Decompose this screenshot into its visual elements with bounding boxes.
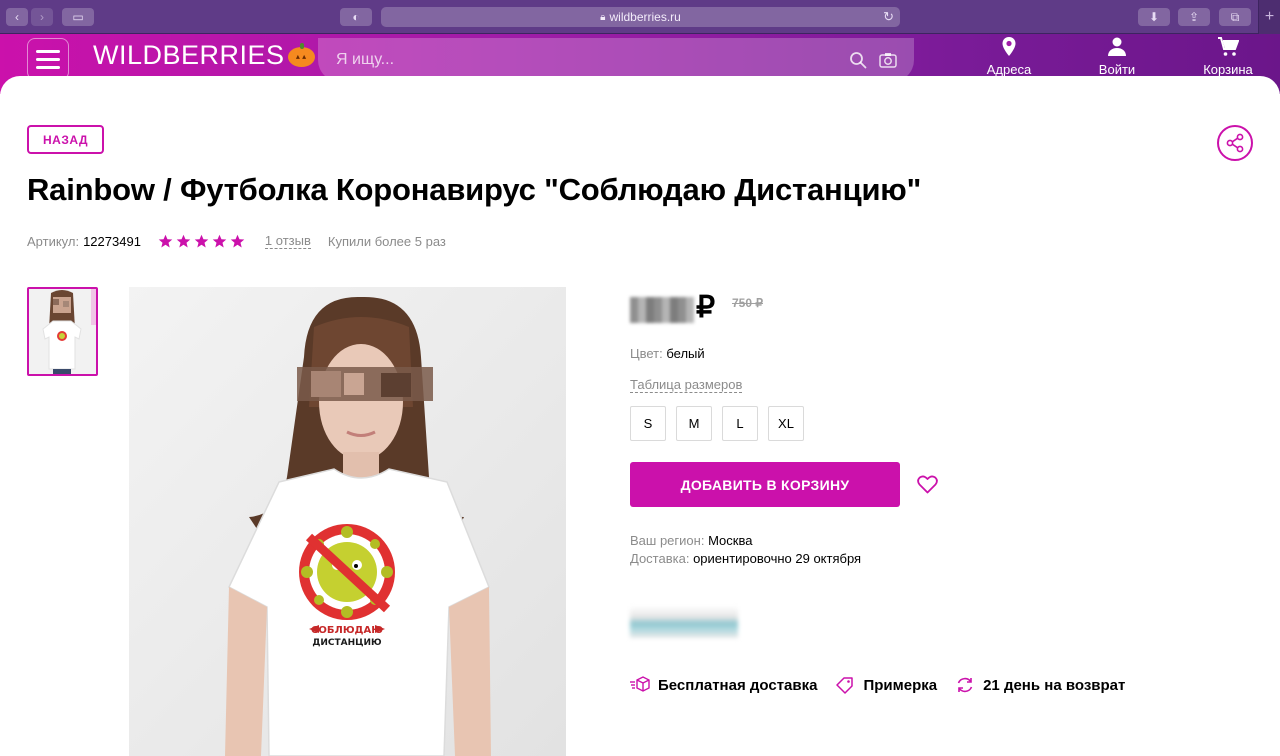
- nav-addresses-label: Адреса: [986, 62, 1032, 77]
- article-label: Артикул:: [27, 233, 80, 249]
- search-input[interactable]: [336, 48, 836, 72]
- feature-return-label: 21 день на возврат: [983, 676, 1126, 694]
- article-value: 12273491: [83, 233, 141, 249]
- menu-bar: [36, 57, 60, 61]
- nav-addresses[interactable]: Адреса: [969, 36, 1049, 77]
- address-bar[interactable]: 🔒︎ wildberries.ru ↻: [381, 7, 900, 27]
- pumpkin-icon: ▴ ▴: [287, 43, 315, 67]
- nav-cart-label: Корзина: [1203, 62, 1253, 77]
- size-option-m[interactable]: M: [676, 406, 712, 441]
- brand-logo-redacted[interactable]: [630, 606, 738, 638]
- region-value: Москва: [708, 533, 753, 548]
- star-icon: [212, 234, 227, 247]
- menu-button[interactable]: [27, 38, 69, 80]
- tshirt-print-line2: ДИСТАНЦИЮ: [312, 638, 382, 648]
- add-to-cart-button[interactable]: ДОБАВИТЬ В КОРЗИНУ: [630, 462, 900, 507]
- star-icon: [194, 234, 209, 247]
- region-label: Ваш регион:: [630, 533, 705, 548]
- delivery-label: Доставка:: [630, 551, 690, 566]
- reload-icon[interactable]: ↻: [883, 9, 894, 25]
- currency-sign: ₽: [696, 291, 716, 324]
- size-table-link[interactable]: Таблица размеров: [630, 377, 743, 393]
- star-icon: [158, 234, 173, 247]
- product-thumbnail[interactable]: [27, 287, 98, 376]
- product-main-photo[interactable]: СОБЛЮДАЮ ДИСТАНЦИЮ: [129, 287, 566, 756]
- product-title: Rainbow / Футболка Коронавирус "Соблюдаю…: [27, 172, 922, 207]
- star-icon: [176, 234, 191, 247]
- nav-login-label: Войти: [1098, 62, 1136, 77]
- user-icon: [1108, 37, 1126, 56]
- lock-icon: 🔒︎: [600, 11, 606, 23]
- back-button[interactable]: НАЗАД: [27, 125, 104, 154]
- size-option-xl[interactable]: XL: [768, 406, 804, 441]
- color-value: белый: [666, 346, 705, 361]
- color-row: Цвет: белый: [630, 346, 705, 361]
- feature-return: 21 день на возврат: [955, 676, 1125, 694]
- size-option-l[interactable]: L: [722, 406, 758, 441]
- tabs-overview-icon[interactable]: ⧉: [1219, 8, 1251, 26]
- feature-fitting: Примерка: [835, 676, 937, 694]
- nav-cart[interactable]: Корзина: [1188, 36, 1268, 77]
- browser-toolbar: ‹ › ▭ ◐ 🔒︎ wildberries.ru ↻ ⬇ ⇪ ⧉ +: [0, 0, 1280, 34]
- thumbnail-image: [29, 289, 96, 374]
- logo-text: WILDBERRIES: [93, 39, 285, 70]
- share-button[interactable]: [1217, 125, 1253, 161]
- product-features: Бесплатная доставка Примерка 21 день на …: [630, 676, 1143, 694]
- refresh-icon: [957, 677, 973, 693]
- camera-icon[interactable]: [879, 52, 897, 68]
- nav-login[interactable]: Войти: [1077, 36, 1157, 77]
- share-browser-icon[interactable]: ⇪: [1178, 8, 1210, 26]
- product-page: НАЗАД Rainbow / Футболка Коронавирус "Со…: [0, 76, 1280, 756]
- new-tab-icon[interactable]: +: [1258, 0, 1280, 34]
- feature-fitting-label: Примерка: [863, 676, 938, 694]
- tshirt-print-line1: СОБЛЮДАЮ: [311, 625, 383, 636]
- location-pin-icon: [1002, 37, 1016, 56]
- forward-arrow-icon[interactable]: ›: [31, 8, 53, 26]
- tag-icon: [836, 677, 854, 694]
- heart-icon[interactable]: [917, 475, 938, 494]
- size-selector: S M L XL: [630, 406, 804, 441]
- purchase-count: Купили более 5 раз: [327, 233, 446, 249]
- star-icon: [230, 234, 245, 247]
- delivery-value: ориентировочно 29 октября: [693, 551, 862, 566]
- privacy-shield-icon[interactable]: ◐: [340, 8, 372, 26]
- search-icon[interactable]: [849, 51, 867, 69]
- tshirt-model-image: СОБЛЮДАЮ ДИСТАНЦИЮ: [129, 287, 566, 756]
- sidebar-toggle-icon[interactable]: ▭: [62, 8, 94, 26]
- menu-bar: [36, 49, 60, 53]
- size-option-s[interactable]: S: [630, 406, 666, 441]
- menu-bar: [36, 65, 60, 69]
- back-arrow-icon[interactable]: ‹: [6, 8, 28, 26]
- reviews-link[interactable]: 1 отзыв: [264, 233, 311, 249]
- delivery-row: Доставка: ориентировочно 29 октября: [630, 551, 861, 566]
- price-value-redacted: [630, 297, 694, 323]
- old-price: 750 ₽: [732, 296, 763, 310]
- product-meta: Артикул: 12273491 1 отзыв Купили более 5…: [27, 232, 446, 250]
- url-text: wildberries.ru: [609, 10, 681, 24]
- color-label: Цвет:: [630, 346, 663, 361]
- feature-free-delivery-label: Бесплатная доставка: [658, 676, 818, 694]
- site-logo[interactable]: WILDBERRIES ▴ ▴: [93, 40, 315, 70]
- cart-icon: [1218, 37, 1239, 56]
- region-row: Ваш регион: Москва: [630, 533, 752, 548]
- rating-stars: [158, 234, 245, 249]
- downloads-icon[interactable]: ⬇: [1138, 8, 1170, 26]
- delivery-box-icon: [630, 676, 650, 692]
- feature-free-delivery: Бесплатная доставка: [630, 676, 817, 694]
- share-icon: [1226, 133, 1244, 153]
